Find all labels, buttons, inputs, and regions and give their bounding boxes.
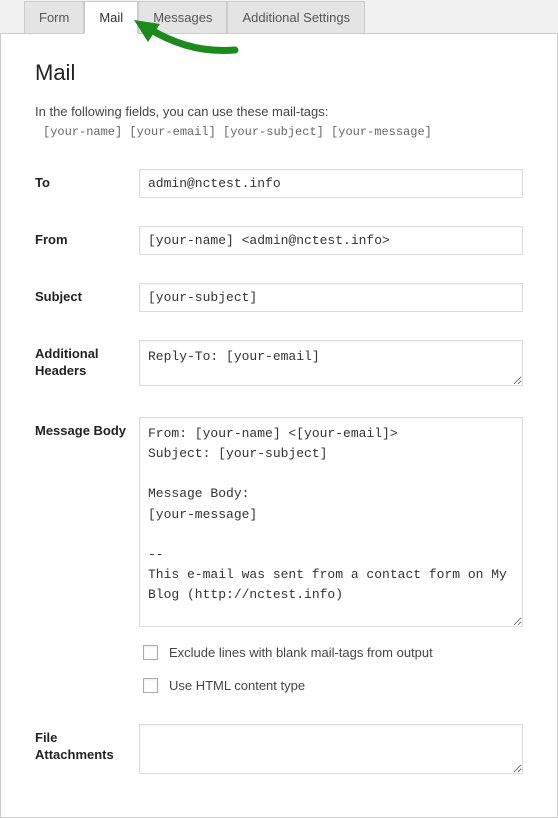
to-input[interactable]	[139, 169, 523, 198]
message-body-input[interactable]	[139, 417, 523, 627]
subject-label: Subject	[35, 283, 139, 306]
use-html-checkbox[interactable]	[143, 678, 158, 693]
file-attachments-label: File Attachments	[35, 724, 139, 764]
tab-additional-settings[interactable]: Additional Settings	[227, 1, 365, 34]
additional-headers-label: Additional Headers	[35, 340, 139, 380]
tab-messages[interactable]: Messages	[138, 1, 227, 34]
mail-tags-hint: In the following fields, you can use the…	[35, 104, 523, 119]
mail-tags-list: [your-name] [your-email] [your-subject] …	[35, 125, 523, 139]
tab-bar: Form Mail Messages Additional Settings	[0, 0, 558, 33]
from-label: From	[35, 226, 139, 249]
exclude-blank-label: Exclude lines with blank mail-tags from …	[169, 645, 433, 660]
tab-form[interactable]: Form	[24, 1, 84, 34]
message-body-label: Message Body	[35, 417, 139, 440]
from-input[interactable]	[139, 226, 523, 255]
additional-headers-input[interactable]	[139, 340, 523, 386]
to-label: To	[35, 169, 139, 192]
mail-panel: Mail In the following fields, you can us…	[0, 33, 558, 818]
tab-mail[interactable]: Mail	[84, 1, 138, 34]
panel-title: Mail	[35, 60, 523, 86]
exclude-blank-checkbox[interactable]	[143, 645, 158, 660]
use-html-label: Use HTML content type	[169, 678, 305, 693]
subject-input[interactable]	[139, 283, 523, 312]
file-attachments-input[interactable]	[139, 724, 523, 774]
